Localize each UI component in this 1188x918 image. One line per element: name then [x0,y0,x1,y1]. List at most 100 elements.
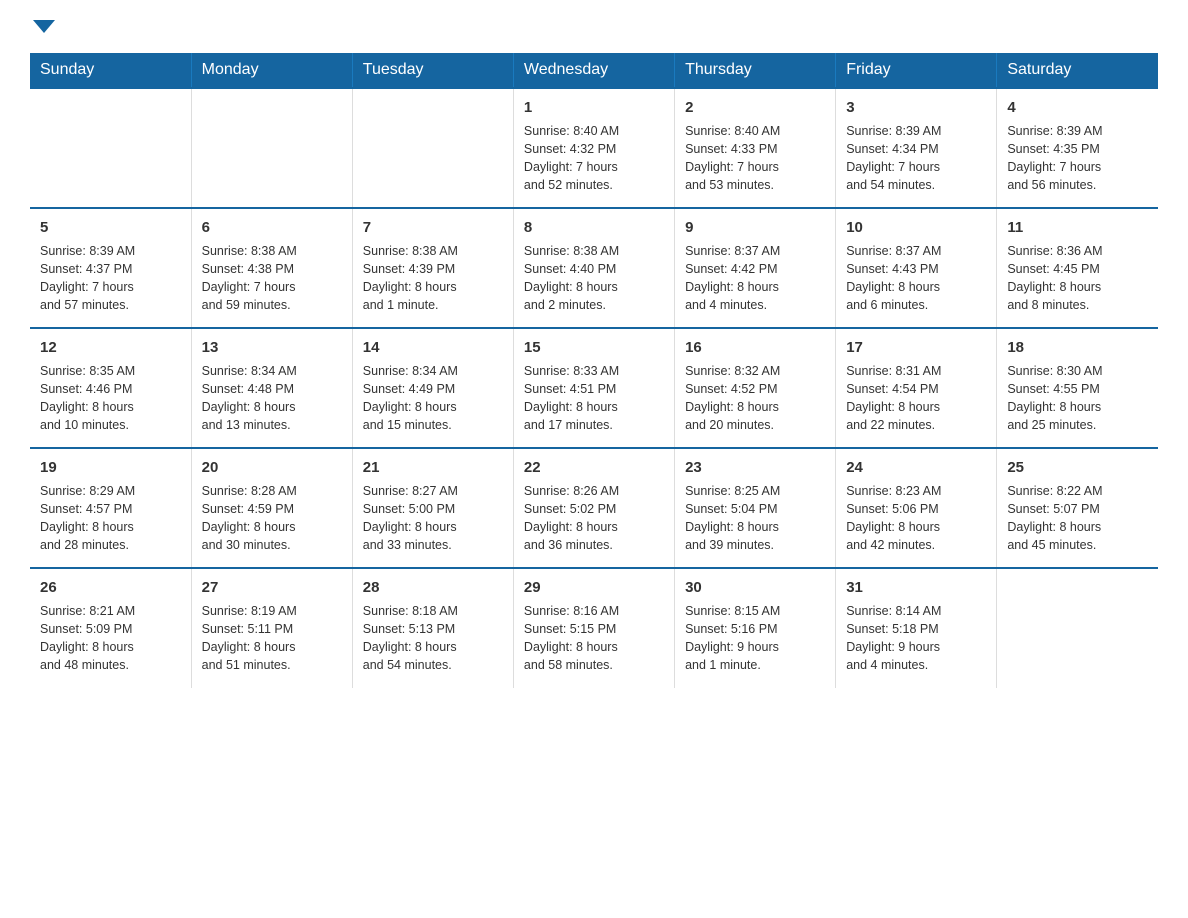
day-number: 22 [524,457,664,478]
day-info: Sunrise: 8:39 AM Sunset: 4:35 PM Dayligh… [1007,122,1148,195]
day-number: 21 [363,457,503,478]
day-info: Sunrise: 8:31 AM Sunset: 4:54 PM Dayligh… [846,362,986,435]
day-info: Sunrise: 8:36 AM Sunset: 4:45 PM Dayligh… [1007,242,1148,315]
day-number: 27 [202,577,342,598]
logo [30,20,55,33]
logo-arrow-icon [33,20,55,33]
day-number: 29 [524,577,664,598]
day-number: 31 [846,577,986,598]
calendar-day-cell: 27 Sunrise: 8:19 AM Sunset: 5:11 PM Dayli… [191,568,352,688]
calendar-body: 1Sunrise: 8:40 AM Sunset: 4:32 PM Daylig… [30,88,1158,688]
calendar-week-row: 19 Sunrise: 8:29 AM Sunset: 4:57 PM Dayli… [30,448,1158,568]
day-info: Sunrise: 8:40 AM Sunset: 4:33 PM Dayligh… [685,122,825,195]
calendar-week-row: 5 Sunrise: 8:39 AM Sunset: 4:37 PM Daylig… [30,208,1158,328]
day-info: Sunrise: 8:39 AM Sunset: 4:34 PM Dayligh… [846,122,986,195]
day-info: Sunrise: 8:29 AM Sunset: 4:57 PM Dayligh… [40,482,181,555]
calendar-day-cell: 14 Sunrise: 8:34 AM Sunset: 4:49 PM Dayli… [352,328,513,448]
calendar-day-cell [191,88,352,208]
day-number: 16 [685,337,825,358]
calendar-day-cell: 4 Sunrise: 8:39 AM Sunset: 4:35 PM Daylig… [997,88,1158,208]
day-of-week-header: Saturday [997,53,1158,88]
calendar-day-cell: 28 Sunrise: 8:18 AM Sunset: 5:13 PM Dayli… [352,568,513,688]
calendar-day-cell: 10 Sunrise: 8:37 AM Sunset: 4:43 PM Dayli… [836,208,997,328]
calendar-day-cell: 6 Sunrise: 8:38 AM Sunset: 4:38 PM Daylig… [191,208,352,328]
day-info: Sunrise: 8:40 AM Sunset: 4:32 PM Dayligh… [524,122,664,195]
day-info: Sunrise: 8:39 AM Sunset: 4:37 PM Dayligh… [40,242,181,315]
day-info: Sunrise: 8:33 AM Sunset: 4:51 PM Dayligh… [524,362,664,435]
calendar-day-cell [352,88,513,208]
day-number: 13 [202,337,342,358]
day-number: 3 [846,97,986,118]
page-header [30,20,1158,33]
day-info: Sunrise: 8:18 AM Sunset: 5:13 PM Dayligh… [363,602,503,675]
day-info: Sunrise: 8:27 AM Sunset: 5:00 PM Dayligh… [363,482,503,555]
days-of-week-row: SundayMondayTuesdayWednesdayThursdayFrid… [30,53,1158,88]
day-number: 28 [363,577,503,598]
day-number: 5 [40,217,181,238]
day-info: Sunrise: 8:14 AM Sunset: 5:18 PM Dayligh… [846,602,986,675]
calendar-day-cell: 31 Sunrise: 8:14 AM Sunset: 5:18 PM Dayli… [836,568,997,688]
day-number: 8 [524,217,664,238]
calendar-day-cell: 13 Sunrise: 8:34 AM Sunset: 4:48 PM Dayli… [191,328,352,448]
calendar-day-cell: 1Sunrise: 8:40 AM Sunset: 4:32 PM Daylig… [513,88,674,208]
day-of-week-header: Tuesday [352,53,513,88]
calendar-week-row: 12Sunrise: 8:35 AM Sunset: 4:46 PM Dayli… [30,328,1158,448]
day-number: 6 [202,217,342,238]
day-of-week-header: Thursday [675,53,836,88]
calendar-day-cell [30,88,191,208]
day-number: 17 [846,337,986,358]
calendar-header: SundayMondayTuesdayWednesdayThursdayFrid… [30,53,1158,88]
day-number: 12 [40,337,181,358]
calendar-week-row: 1Sunrise: 8:40 AM Sunset: 4:32 PM Daylig… [30,88,1158,208]
day-of-week-header: Friday [836,53,997,88]
day-info: Sunrise: 8:30 AM Sunset: 4:55 PM Dayligh… [1007,362,1148,435]
day-number: 23 [685,457,825,478]
day-info: Sunrise: 8:26 AM Sunset: 5:02 PM Dayligh… [524,482,664,555]
logo-text [30,20,55,33]
day-info: Sunrise: 8:34 AM Sunset: 4:48 PM Dayligh… [202,362,342,435]
day-info: Sunrise: 8:34 AM Sunset: 4:49 PM Dayligh… [363,362,503,435]
calendar-day-cell: 12Sunrise: 8:35 AM Sunset: 4:46 PM Dayli… [30,328,191,448]
calendar-day-cell: 29 Sunrise: 8:16 AM Sunset: 5:15 PM Dayli… [513,568,674,688]
day-number: 20 [202,457,342,478]
calendar-day-cell: 19 Sunrise: 8:29 AM Sunset: 4:57 PM Dayli… [30,448,191,568]
day-number: 4 [1007,97,1148,118]
day-info: Sunrise: 8:38 AM Sunset: 4:40 PM Dayligh… [524,242,664,315]
day-number: 14 [363,337,503,358]
calendar-day-cell: 22 Sunrise: 8:26 AM Sunset: 5:02 PM Dayli… [513,448,674,568]
calendar-day-cell: 9 Sunrise: 8:37 AM Sunset: 4:42 PM Daylig… [675,208,836,328]
day-number: 7 [363,217,503,238]
day-number: 26 [40,577,181,598]
day-number: 24 [846,457,986,478]
day-of-week-header: Sunday [30,53,191,88]
calendar-day-cell: 8 Sunrise: 8:38 AM Sunset: 4:40 PM Daylig… [513,208,674,328]
day-info: Sunrise: 8:25 AM Sunset: 5:04 PM Dayligh… [685,482,825,555]
day-number: 25 [1007,457,1148,478]
day-of-week-header: Monday [191,53,352,88]
day-number: 19 [40,457,181,478]
day-info: Sunrise: 8:16 AM Sunset: 5:15 PM Dayligh… [524,602,664,675]
day-number: 2 [685,97,825,118]
calendar-day-cell: 16 Sunrise: 8:32 AM Sunset: 4:52 PM Dayli… [675,328,836,448]
day-info: Sunrise: 8:22 AM Sunset: 5:07 PM Dayligh… [1007,482,1148,555]
day-info: Sunrise: 8:23 AM Sunset: 5:06 PM Dayligh… [846,482,986,555]
day-of-week-header: Wednesday [513,53,674,88]
day-number: 15 [524,337,664,358]
calendar-day-cell: 17 Sunrise: 8:31 AM Sunset: 4:54 PM Dayli… [836,328,997,448]
calendar-day-cell [997,568,1158,688]
day-info: Sunrise: 8:37 AM Sunset: 4:42 PM Dayligh… [685,242,825,315]
day-info: Sunrise: 8:32 AM Sunset: 4:52 PM Dayligh… [685,362,825,435]
calendar-day-cell: 30Sunrise: 8:15 AM Sunset: 5:16 PM Dayli… [675,568,836,688]
day-info: Sunrise: 8:28 AM Sunset: 4:59 PM Dayligh… [202,482,342,555]
calendar-day-cell: 23 Sunrise: 8:25 AM Sunset: 5:04 PM Dayli… [675,448,836,568]
day-info: Sunrise: 8:19 AM Sunset: 5:11 PM Dayligh… [202,602,342,675]
calendar-day-cell: 7Sunrise: 8:38 AM Sunset: 4:39 PM Daylig… [352,208,513,328]
day-number: 9 [685,217,825,238]
calendar-table: SundayMondayTuesdayWednesdayThursdayFrid… [30,53,1158,688]
day-info: Sunrise: 8:38 AM Sunset: 4:38 PM Dayligh… [202,242,342,315]
calendar-day-cell: 21 Sunrise: 8:27 AM Sunset: 5:00 PM Dayli… [352,448,513,568]
day-number: 10 [846,217,986,238]
calendar-day-cell: 25 Sunrise: 8:22 AM Sunset: 5:07 PM Dayli… [997,448,1158,568]
calendar-day-cell: 2 Sunrise: 8:40 AM Sunset: 4:33 PM Daylig… [675,88,836,208]
day-info: Sunrise: 8:37 AM Sunset: 4:43 PM Dayligh… [846,242,986,315]
